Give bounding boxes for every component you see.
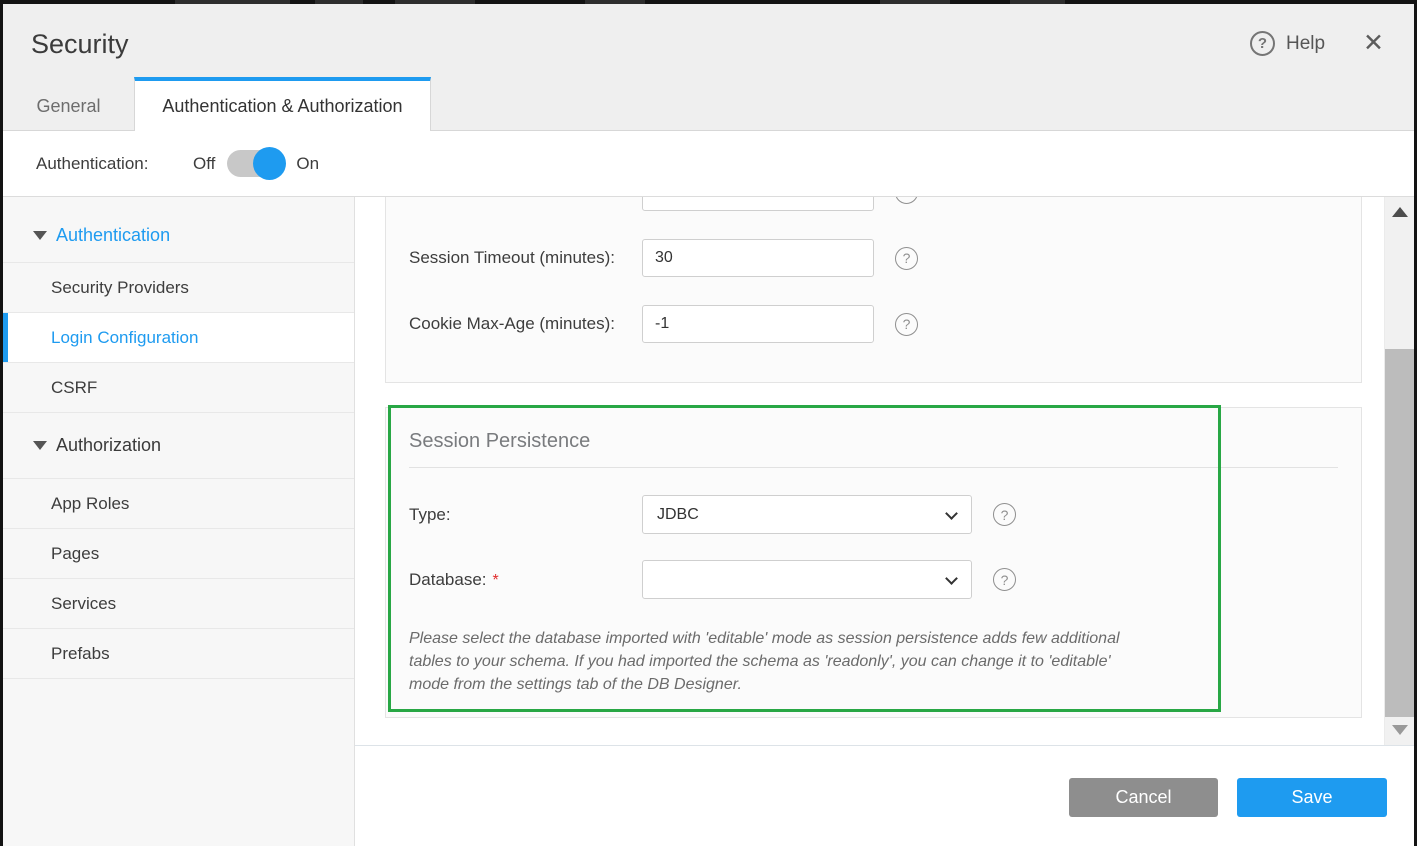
page-title: Security [31,29,129,60]
scroll-content: ? Session Timeout (minutes): ? Cookie Ma… [355,197,1384,745]
dialog-header: Security ? Help ✕ General Authentication… [3,4,1414,131]
header-actions: ? Help ✕ [1250,31,1384,56]
sidebar-item-app-roles[interactable]: App Roles [3,478,354,528]
help-question-icon[interactable]: ? [1250,31,1275,56]
tab-general[interactable]: General [3,77,134,131]
sidebar-nav: Authentication Security Providers Login … [3,197,355,846]
scroll-up-icon[interactable] [1392,207,1408,217]
caret-down-icon [33,231,47,240]
sidebar-item-csrf[interactable]: CSRF [3,362,354,412]
type-select[interactable]: JDBC [642,495,972,534]
chevron-down-icon [945,572,958,585]
authentication-toggle-row: Authentication: Off On [3,131,1414,197]
session-persistence-panel: Session Persistence Type: JDBC ? Databas… [385,407,1362,718]
caret-down-icon [33,441,47,450]
database-label: Database:* [409,570,642,590]
toggle-off-label: Off [193,154,215,174]
session-timeout-row: Session Timeout (minutes): ? [409,239,1338,277]
sidebar-item-pages[interactable]: Pages [3,528,354,578]
security-dialog: Security ? Help ✕ General Authentication… [3,4,1414,846]
sidebar-header-authorization[interactable]: Authorization [3,412,354,478]
tab-authentication-authorization[interactable]: Authentication & Authorization [134,77,431,131]
clipped-field-input[interactable] [642,197,874,211]
help-button[interactable]: Help [1286,33,1325,55]
authentication-toggle[interactable] [227,150,284,177]
main-content: ? Session Timeout (minutes): ? Cookie Ma… [355,197,1414,846]
sidebar-item-login-configuration[interactable]: Login Configuration [3,312,354,362]
type-row: Type: JDBC ? [409,495,1338,534]
type-help-icon[interactable]: ? [993,503,1016,526]
section-divider [409,467,1338,468]
chevron-down-icon [945,507,958,520]
database-row: Database:* ? [409,560,1338,599]
cookie-max-age-help-icon[interactable]: ? [895,313,918,336]
session-timeout-label: Session Timeout (minutes): [409,248,642,268]
required-marker: * [493,572,499,589]
type-label: Type: [409,505,642,525]
cookie-max-age-label: Cookie Max-Age (minutes): [409,314,642,334]
field-help-icon[interactable]: ? [895,197,918,204]
cancel-button[interactable]: Cancel [1069,778,1218,817]
sidebar-header-authentication[interactable]: Authentication [3,209,354,262]
sidebar-item-prefabs[interactable]: Prefabs [3,628,354,678]
scrollbar-thumb[interactable] [1385,349,1414,717]
cookie-max-age-input[interactable] [642,305,874,343]
type-select-value: JDBC [657,506,699,524]
database-select[interactable] [642,560,972,599]
clipped-field-row: ? [409,197,1338,211]
database-note: Please select the database imported with… [409,627,1121,696]
login-configuration-scroll-area: ? Session Timeout (minutes): ? Cookie Ma… [355,197,1414,745]
sidebar-divider [3,678,354,679]
toggle-on-label: On [296,154,319,174]
dialog-footer: Cancel Save [355,745,1414,846]
sidebar-item-services[interactable]: Services [3,578,354,628]
database-help-icon[interactable]: ? [993,568,1016,591]
session-timeout-help-icon[interactable]: ? [895,247,918,270]
tab-bar: General Authentication & Authorization [3,77,431,131]
login-configuration-panel: ? Session Timeout (minutes): ? Cookie Ma… [385,197,1362,383]
session-persistence-heading: Session Persistence [409,430,1338,453]
scroll-down-icon[interactable] [1392,725,1408,735]
cookie-max-age-row: Cookie Max-Age (minutes): ? [409,305,1338,343]
sidebar-item-security-providers[interactable]: Security Providers [3,262,354,312]
toggle-knob [253,147,286,180]
vertical-scrollbar[interactable] [1384,197,1414,745]
session-timeout-input[interactable] [642,239,874,277]
authentication-toggle-label: Authentication: [36,154,193,174]
dialog-body: Authentication Security Providers Login … [3,197,1414,846]
close-icon[interactable]: ✕ [1363,31,1384,56]
save-button[interactable]: Save [1237,778,1387,817]
